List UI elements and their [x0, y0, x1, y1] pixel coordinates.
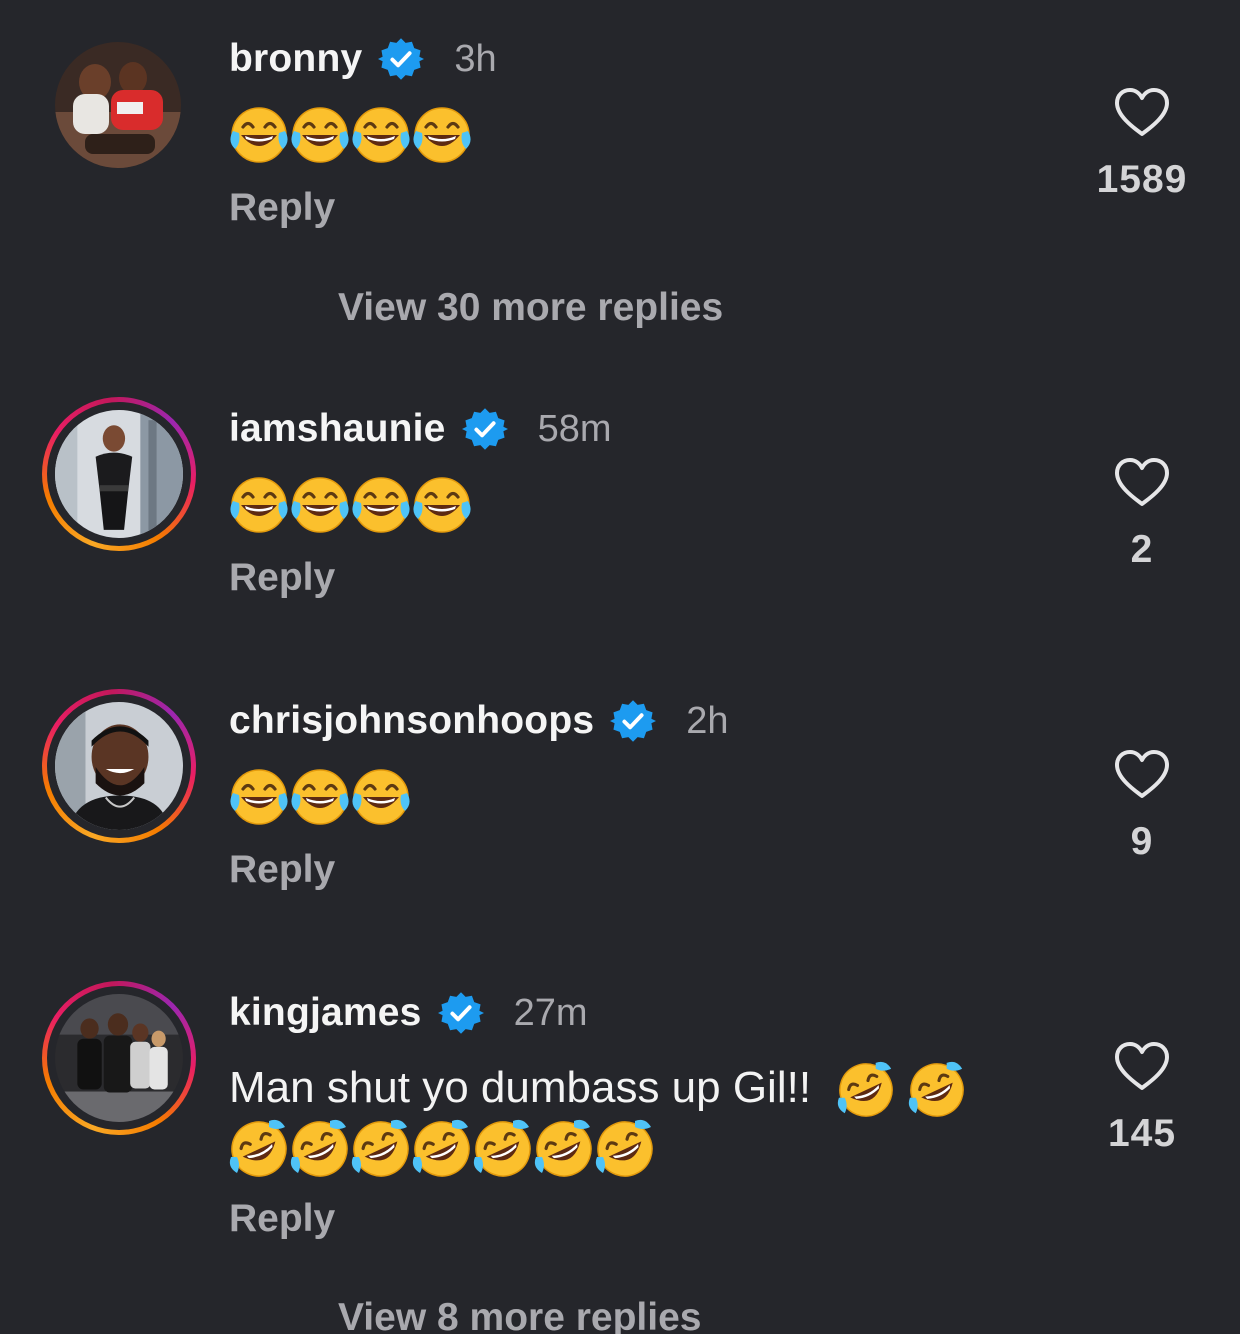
heart-icon[interactable]: [1113, 86, 1171, 138]
verified-badge-icon: [610, 698, 656, 744]
reply-button[interactable]: Reply: [229, 556, 335, 600]
face-with-tears-of-joy-icon: [290, 105, 350, 165]
timestamp: 3h: [454, 37, 497, 80]
rolling-on-floor-laughing-icon: [412, 1119, 472, 1179]
comment-text: [229, 767, 1049, 827]
comments-feed: bronny 3h Reply 1589 View 30 more replie…: [0, 0, 1240, 1334]
comment-text: [229, 105, 1049, 165]
reply-button[interactable]: Reply: [229, 1197, 335, 1241]
timestamp: 2h: [686, 699, 729, 742]
comment-line-1: Man shut yo dumbass up Gil!!: [229, 1058, 1049, 1119]
username[interactable]: iamshaunie: [229, 407, 446, 451]
story-ring: [47, 986, 191, 1130]
username[interactable]: chrisjohnsonhoops: [229, 699, 594, 743]
face-with-tears-of-joy-icon: [412, 475, 472, 535]
timestamp: 27m: [513, 991, 588, 1034]
face-with-tears-of-joy-icon: [229, 767, 289, 827]
comment-header: kingjames 27m: [229, 988, 587, 1038]
comment-header: chrisjohnsonhoops 2h: [229, 696, 729, 746]
face-with-tears-of-joy-icon: [229, 105, 289, 165]
chrisjohnsonhoops-avatar-icon: [55, 702, 183, 830]
avatar[interactable]: [42, 981, 196, 1135]
reply-button[interactable]: Reply: [229, 848, 335, 892]
heart-icon[interactable]: [1113, 1040, 1171, 1092]
face-with-tears-of-joy-icon: [351, 767, 411, 827]
rolling-on-floor-laughing-icon: [473, 1119, 533, 1179]
comment-header: bronny 3h: [229, 34, 497, 84]
verified-badge-icon: [438, 990, 484, 1036]
like-count: 9: [1130, 820, 1154, 863]
rolling-on-floor-laughing-icon: [351, 1119, 411, 1179]
face-with-tears-of-joy-icon: [351, 475, 411, 535]
face-with-tears-of-joy-icon: [290, 767, 350, 827]
like-count: 1589: [1096, 158, 1188, 201]
view-more-replies-button[interactable]: View 8 more replies: [338, 1296, 701, 1334]
face-with-tears-of-joy-icon: [229, 475, 289, 535]
iamshaunie-avatar-icon: [55, 410, 183, 538]
face-with-tears-of-joy-icon: [412, 105, 472, 165]
like-count: 145: [1107, 1112, 1177, 1155]
rolling-on-floor-laughing-icon: [595, 1119, 655, 1179]
comment-text: Man shut yo dumbass up Gil!!: [229, 1058, 1049, 1179]
like-control: 1589: [1090, 86, 1194, 202]
face-with-tears-of-joy-icon: [351, 105, 411, 165]
bronny-avatar-icon: [55, 42, 181, 168]
rolling-on-floor-laughing-icon: [290, 1119, 350, 1179]
rolling-on-floor-laughing-icon: [229, 1119, 289, 1179]
username[interactable]: bronny: [229, 37, 362, 81]
like-count: 2: [1130, 528, 1154, 571]
rolling-on-floor-laughing-icon: [534, 1119, 594, 1179]
story-ring: [47, 402, 191, 546]
avatar[interactable]: [42, 689, 196, 843]
verified-badge-icon: [378, 36, 424, 82]
rolling-on-floor-laughing-icon: [837, 1061, 895, 1119]
face-with-tears-of-joy-icon: [290, 475, 350, 535]
heart-icon[interactable]: [1113, 456, 1171, 508]
like-control: 2: [1090, 456, 1194, 572]
emoji-row: [229, 1119, 1049, 1179]
like-control: 145: [1090, 1040, 1194, 1156]
story-ring: [47, 694, 191, 838]
emoji-row: [229, 767, 1049, 827]
verified-badge-icon: [462, 406, 508, 452]
like-control: 9: [1090, 748, 1194, 864]
comment-message: Man shut yo dumbass up Gil!!: [229, 1063, 812, 1112]
avatar[interactable]: [42, 397, 196, 551]
timestamp: 58m: [537, 407, 612, 450]
comment-header: iamshaunie 58m: [229, 404, 612, 454]
username[interactable]: kingjames: [229, 991, 422, 1035]
emoji-row: [229, 105, 1049, 165]
kingjames-avatar-icon: [55, 994, 183, 1122]
reply-button[interactable]: Reply: [229, 186, 335, 230]
heart-icon[interactable]: [1113, 748, 1171, 800]
comment-text: [229, 475, 1049, 535]
rolling-on-floor-laughing-icon: [908, 1061, 966, 1119]
emoji-row: [229, 475, 1049, 535]
view-more-replies-button[interactable]: View 30 more replies: [338, 286, 723, 330]
avatar[interactable]: [55, 42, 181, 168]
